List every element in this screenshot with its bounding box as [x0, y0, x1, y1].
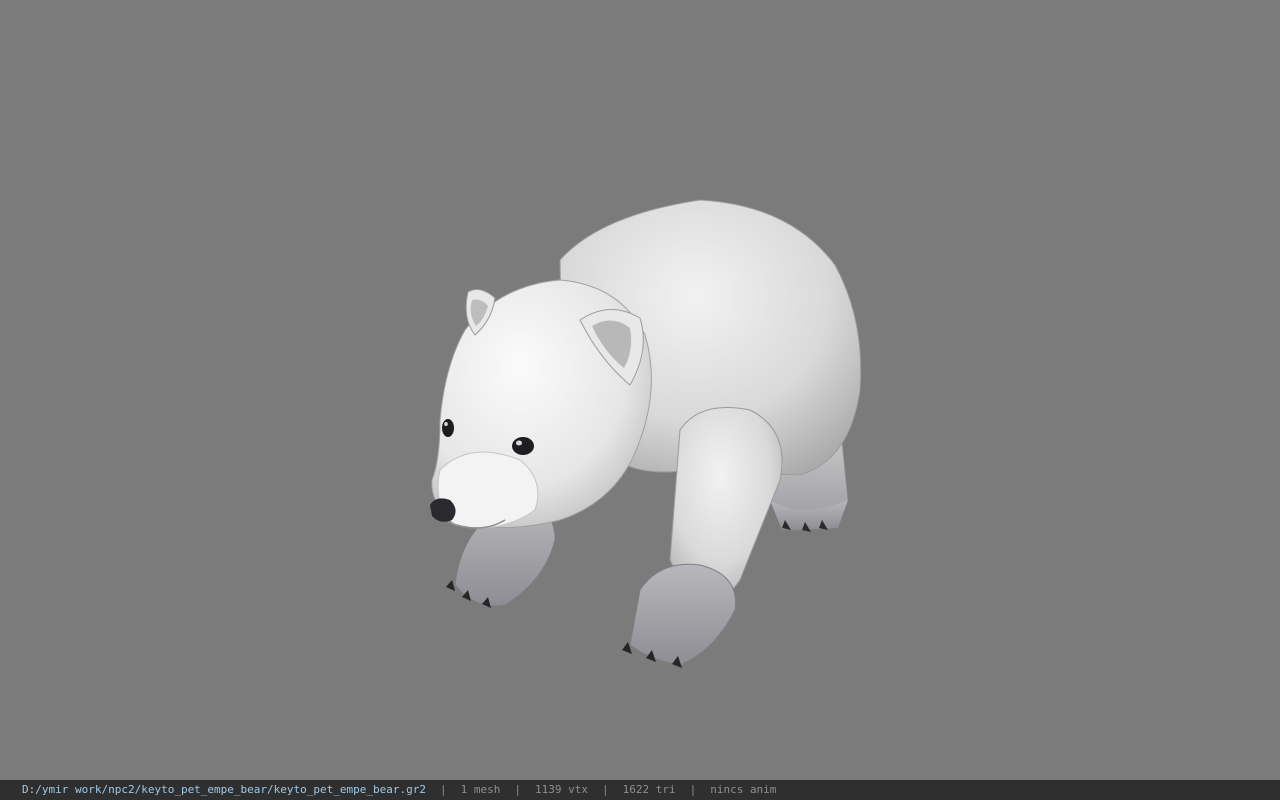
- status-bar: D:/ymir work/npc2/keyto_pet_empe_bear/ke…: [0, 780, 1280, 800]
- status-separator: |: [601, 783, 609, 796]
- file-path: D:/ymir work/npc2/keyto_pet_empe_bear/ke…: [22, 783, 426, 796]
- animation-status: nincs anim: [710, 783, 777, 796]
- 3d-viewport[interactable]: [0, 0, 1280, 780]
- vertex-count: 1139 vtx: [534, 783, 588, 796]
- status-separator: |: [689, 783, 697, 796]
- status-separator: |: [439, 783, 447, 796]
- triangle-count: 1622 tri: [622, 783, 676, 796]
- mesh-count: 1 mesh: [460, 783, 501, 796]
- status-separator: |: [514, 783, 521, 796]
- polar-bear-cub-model[interactable]: [0, 0, 1280, 780]
